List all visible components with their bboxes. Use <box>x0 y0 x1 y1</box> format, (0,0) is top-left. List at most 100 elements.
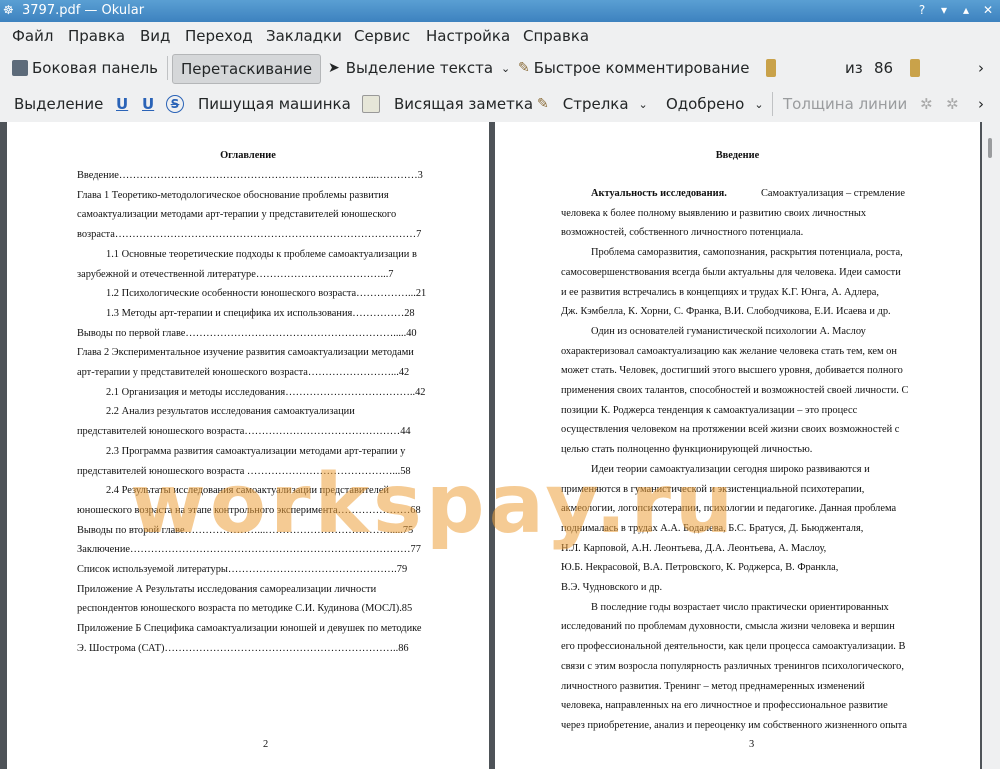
page-total-label: 86 <box>874 59 894 77</box>
main-toolbar: Боковая панель Перетаскивание ➤ Выделени… <box>0 50 1000 133</box>
intro-line: личностного развития. Тренинг – метод пр… <box>561 680 865 692</box>
color-palette-icon: ✲ <box>920 95 933 113</box>
toc-line: Приложение А Результаты исследования сам… <box>77 583 377 595</box>
toc-line: 1.1 Основные теоретические подходы к про… <box>106 248 417 260</box>
underline-button[interactable]: U <box>116 90 128 118</box>
close-icon[interactable]: ✕ <box>980 2 996 18</box>
intro-line: осуществления человеком на протяжении вс… <box>561 424 900 436</box>
intro-line: Проблема саморазвития, самопознания, рас… <box>591 247 903 259</box>
previous-page-icon <box>766 59 776 77</box>
intro-line: целью стать полноценно функционирующей л… <box>561 444 813 456</box>
strikeout-button[interactable]: S <box>166 90 184 118</box>
toc-line: Глава 1 Теоретико-методологическое обосн… <box>77 189 389 201</box>
annotation-chevron-right-icon: › <box>978 95 984 113</box>
intro-line: исследований по проблемам духовности, см… <box>561 621 895 633</box>
arrow-pen-icon: ✎ <box>537 96 549 112</box>
menu-edit[interactable]: Правка <box>68 27 125 45</box>
intro-lead: Актуальность исследования. <box>591 188 727 199</box>
toc-line: 2.3 Программа развития самоактуализации … <box>106 445 406 457</box>
window-titlebar: ☸ 3797.pdf — Okular ? ▾ ▴ ✕ <box>0 0 1000 22</box>
highlight-button[interactable]: Выделение <box>14 90 103 118</box>
toc-line: Список используемой литературы…………………………… <box>77 564 408 575</box>
intro-line: человека к более полному выявлению и раз… <box>561 207 867 219</box>
toc-line: возраста……………………………………………………………………………7 <box>77 229 422 241</box>
stamp-chevron-down-icon[interactable]: ⌄ <box>754 98 763 111</box>
intro-line: его профессиональной деятельности, как ц… <box>561 641 906 653</box>
intro-line: самосовершенствования всегда были актуал… <box>561 266 901 278</box>
squiggly-icon: U <box>142 95 155 113</box>
previous-page-button[interactable] <box>766 54 780 82</box>
next-page-button[interactable] <box>910 54 924 82</box>
chevron-right-icon: › <box>978 59 984 77</box>
intro-line: Один из основателей гуманистической псих… <box>591 325 866 337</box>
drag-mode-button[interactable]: Перетаскивание <box>172 54 322 84</box>
color-button[interactable]: ✲ <box>920 90 933 118</box>
page-left: Оглавление Введение………………………………………………………… <box>7 122 489 769</box>
squiggly-button[interactable]: U <box>142 90 154 118</box>
toc-title: Оглавление <box>220 150 276 161</box>
intro-line: возможностей, собственного личностного п… <box>561 227 804 239</box>
toc-line: зарубежной и отечественной литературе………… <box>77 268 394 280</box>
quick-comment-button[interactable]: ✎ Быстрое комментирование <box>518 54 749 82</box>
intro-line: Дж. Кэмбелла, К. Хорни, С. Франка, В.И. … <box>561 306 891 318</box>
stamp-button[interactable]: Одобрено ⌄ <box>666 90 764 118</box>
toc-line: 2.1 Организация и методы исследования………… <box>106 386 426 398</box>
toc-line: представителей юношеского возраста………………… <box>77 426 411 438</box>
menu-settings[interactable]: Настройка <box>426 27 510 45</box>
page-number-left: 2 <box>263 739 269 750</box>
intro-line: Самоактуализация – стремление <box>761 188 905 199</box>
intro-line: может стать. Человек, достигший этого вы… <box>561 365 903 377</box>
window-title: 3797.pdf — Okular <box>22 3 145 18</box>
page-right: Введение Актуальность исследования. Самоа… <box>495 122 980 769</box>
text-select-button[interactable]: ➤ Выделение текста ⌄ <box>328 54 510 82</box>
popup-note-button[interactable]: Висящая заметка <box>362 90 533 118</box>
toc-line: арт-терапии у представителей юношеского … <box>77 367 410 378</box>
menu-bookmarks[interactable]: Закладки <box>266 27 342 45</box>
menu-go[interactable]: Переход <box>185 27 253 45</box>
toc-line: 2.2 Анализ результатов исследования само… <box>106 406 355 418</box>
menu-help[interactable]: Справка <box>523 27 589 45</box>
minimize-icon[interactable]: ▾ <box>936 2 952 18</box>
okular-app-icon: ☸ <box>3 3 14 17</box>
intro-line: через приобретение, анализ и переоценку … <box>561 719 907 731</box>
window-controls: ? ▾ ▴ ✕ <box>914 2 996 18</box>
sidebar-button[interactable]: Боковая панель <box>12 54 158 82</box>
toc-line: самоактуализации методами арт-терапии у … <box>77 209 397 221</box>
menu-file[interactable]: Файл <box>12 27 53 45</box>
toc-line: Э. Шострома (САТ)………………………………………………………….… <box>77 642 409 654</box>
menu-tools[interactable]: Сервис <box>354 27 410 45</box>
line-width-button[interactable]: Толщина линии <box>783 90 907 118</box>
toc-line: 1.3 Методы арт-терапии и специфика их ис… <box>106 307 415 319</box>
strikeout-icon: S <box>166 95 184 113</box>
toolbar-overflow-button[interactable]: › <box>978 54 984 82</box>
cursor-icon: ➤ <box>328 60 340 76</box>
menubar: Файл Правка Вид Переход Закладки Сервис … <box>0 22 1000 50</box>
document-viewport[interactable]: Оглавление Введение………………………………………………………… <box>0 122 1000 769</box>
watermark: workspay.ru <box>130 457 738 552</box>
scrollbar-thumb[interactable] <box>988 138 992 158</box>
intro-line: В.Э. Чудновского и др. <box>561 582 663 593</box>
opacity-icon: ✲ <box>946 95 959 113</box>
toc-line: респондентов юношеского возраста по мето… <box>77 603 413 615</box>
page-number-right: 3 <box>749 739 755 750</box>
note-icon <box>362 95 380 113</box>
maximize-icon[interactable]: ▴ <box>958 2 974 18</box>
intro-line: человека, направленных на его личностное… <box>561 700 888 712</box>
menu-view[interactable]: Вид <box>140 27 170 45</box>
arrow-chevron-down-icon[interactable]: ⌄ <box>639 98 648 111</box>
pen-icon: ✎ <box>518 60 530 76</box>
sidebar-icon <box>12 60 28 76</box>
opacity-button[interactable]: ✲ <box>946 90 959 118</box>
annotation-overflow-button[interactable]: › <box>978 90 984 118</box>
page-of-label: из <box>845 59 863 77</box>
arrow-button[interactable]: ✎ Стрелка ⌄ <box>537 90 648 118</box>
intro-line: позиции К. Роджерса тенденция к самоакту… <box>561 404 858 416</box>
help-icon[interactable]: ? <box>914 2 930 18</box>
intro-line: охарактеризовал самоактуализацию как жел… <box>561 345 897 357</box>
chevron-down-icon[interactable]: ⌄ <box>501 62 510 75</box>
intro-line: связи с этим возросла популярность разли… <box>561 660 904 672</box>
typewriter-button[interactable]: Пишущая машинка <box>198 90 351 118</box>
toc-line: Глава 2 Экспериментальное изучение разви… <box>77 347 414 359</box>
annotation-toolbar: Выделение U U S Пишущая машинка Висящая … <box>0 86 1000 123</box>
vertical-scrollbar[interactable] <box>982 122 1000 769</box>
